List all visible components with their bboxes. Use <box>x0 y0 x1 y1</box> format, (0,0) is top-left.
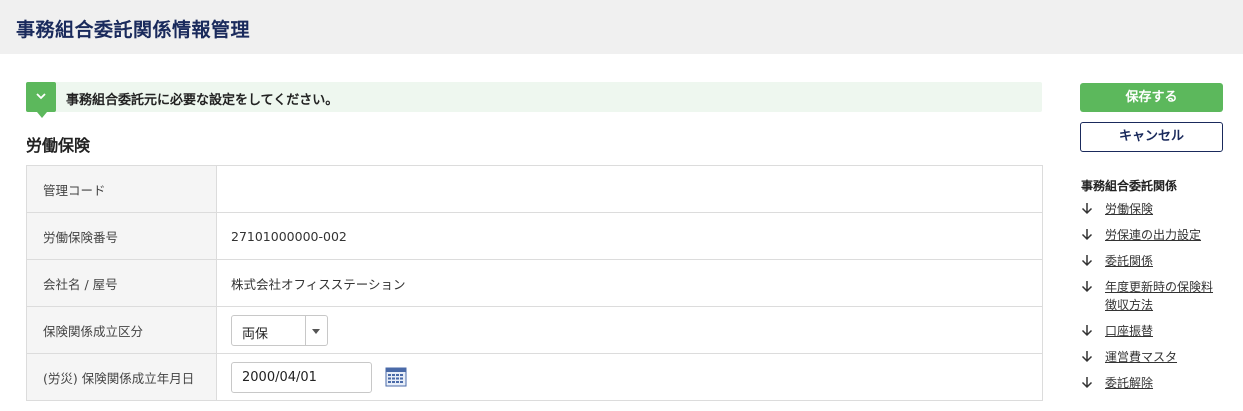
form-label: 労働保険番号 <box>26 212 217 260</box>
side-nav-link[interactable]: 運営費マスタ <box>1105 350 1177 364</box>
dropdown-arrow-icon <box>312 328 320 334</box>
arrow-down-icon <box>1081 255 1093 267</box>
side-nav-item: 労働保険 <box>1081 200 1241 218</box>
form-row-labor-insurance-number: 労働保険番号 27101000000-002 <box>26 212 1043 260</box>
section-title: 労働保険 <box>26 136 91 155</box>
side-nav-link[interactable]: 労働保険 <box>1105 202 1153 216</box>
form-label: (労災) 保険関係成立年月日 <box>26 353 217 401</box>
chevron-down-icon <box>36 93 46 100</box>
form-label: 会社名 / 屋号 <box>26 259 217 307</box>
form-value: 株式会社オフィスステーション <box>216 259 1043 307</box>
side-nav-title: 事務組合委託関係 <box>1081 179 1178 193</box>
side-nav: 労働保険 労保連の出力設定 委託関係 年度更新時の保険料徴収方法 口座振替 運営… <box>1081 200 1241 400</box>
side-nav-item: 労保連の出力設定 <box>1081 226 1241 244</box>
labor-insurance-form: 管理コード 労働保険番号 27101000000-002 会社名 / 屋号 株式… <box>26 165 1043 401</box>
notice-toggle-button[interactable] <box>26 82 56 112</box>
form-row-insurance-category: 保険関係成立区分 両保 <box>26 306 1043 354</box>
calendar-icon[interactable] <box>385 367 407 387</box>
side-nav-link[interactable]: 年度更新時の保険料徴収方法 <box>1105 278 1217 314</box>
form-value <box>216 165 1043 213</box>
insurance-category-select[interactable]: 両保 <box>231 314 328 346</box>
arrow-down-icon <box>1081 229 1093 241</box>
form-value: 27101000000-002 <box>216 212 1043 260</box>
form-row-management-code: 管理コード <box>26 165 1043 213</box>
side-nav-item: 委託関係 <box>1081 252 1241 270</box>
side-nav-item: 年度更新時の保険料徴収方法 <box>1081 278 1241 314</box>
notice-text: 事務組合委託元に必要な設定をしてください。 <box>66 93 339 108</box>
form-label: 管理コード <box>26 165 217 213</box>
form-row-company-name: 会社名 / 屋号 株式会社オフィスステーション <box>26 259 1043 307</box>
notice-banner: 事務組合委託元に必要な設定をしてください。 <box>26 82 1042 118</box>
notice-tail <box>37 112 47 118</box>
arrow-down-icon <box>1081 377 1093 389</box>
side-nav-link[interactable]: 口座振替 <box>1105 324 1153 338</box>
side-nav-item: 委託解除 <box>1081 374 1241 392</box>
select-value: 両保 <box>242 326 269 342</box>
arrow-down-icon <box>1081 351 1093 363</box>
page-title: 事務組合委託関係情報管理 <box>16 19 251 41</box>
form-row-establishment-date: (労災) 保険関係成立年月日 2000/04/01 <box>26 353 1043 401</box>
establishment-date-input[interactable]: 2000/04/01 <box>231 361 372 393</box>
side-nav-item: 口座振替 <box>1081 322 1241 340</box>
cancel-button[interactable]: キャンセル <box>1080 122 1223 152</box>
side-nav-item: 運営費マスタ <box>1081 348 1241 366</box>
save-button[interactable]: 保存する <box>1080 83 1223 112</box>
side-nav-link[interactable]: 労保連の出力設定 <box>1105 228 1201 242</box>
arrow-down-icon <box>1081 281 1093 293</box>
side-nav-link[interactable]: 委託解除 <box>1105 376 1153 390</box>
side-nav-link[interactable]: 委託関係 <box>1105 254 1153 268</box>
arrow-down-icon <box>1081 325 1093 337</box>
page-header: 事務組合委託関係情報管理 <box>0 0 1243 54</box>
arrow-down-icon <box>1081 203 1093 215</box>
form-label: 保険関係成立区分 <box>26 306 217 354</box>
